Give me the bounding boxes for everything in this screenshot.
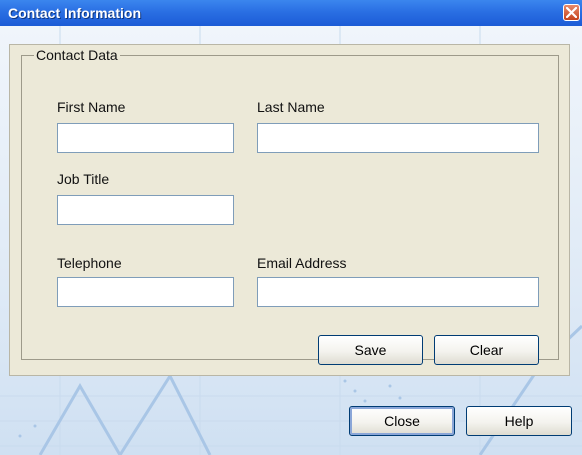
window-close-button[interactable]	[563, 4, 580, 21]
window-client-area: Contact Data First Name Last Name Job Ti…	[0, 26, 582, 455]
close-button[interactable]: Close	[349, 406, 455, 436]
telephone-label: Telephone	[57, 255, 122, 271]
contact-information-window: Contact Information Contact Data First N…	[0, 0, 582, 455]
telephone-field[interactable]	[57, 277, 234, 307]
window-title: Contact Information	[8, 5, 141, 21]
email-address-field[interactable]	[257, 277, 539, 307]
contact-panel: Contact Data First Name Last Name Job Ti…	[9, 44, 570, 376]
group-legend: Contact Data	[34, 47, 120, 63]
first-name-label: First Name	[57, 99, 126, 115]
job-title-label: Job Title	[57, 171, 110, 187]
last-name-field[interactable]	[257, 123, 539, 153]
email-address-label: Email Address	[257, 255, 347, 271]
clear-button[interactable]: Clear	[434, 335, 539, 365]
close-icon	[566, 7, 577, 18]
job-title-field[interactable]	[57, 195, 234, 225]
first-name-field[interactable]	[57, 123, 234, 153]
help-button[interactable]: Help	[466, 406, 572, 436]
title-bar[interactable]: Contact Information	[0, 0, 582, 26]
save-button[interactable]: Save	[318, 335, 423, 365]
last-name-label: Last Name	[257, 99, 325, 115]
